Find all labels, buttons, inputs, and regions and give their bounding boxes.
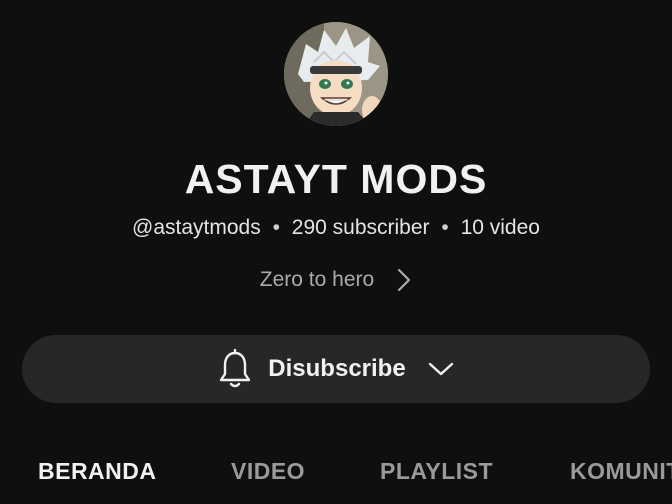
channel-name: ASTAYT MODS [184, 156, 488, 202]
bell-icon [220, 349, 251, 388]
channel-tagline: Zero to hero [259, 268, 375, 291]
chevron-right-icon [398, 268, 411, 292]
tab-home[interactable]: BERANDA [38, 456, 157, 486]
channel-meta: @astaytmods • 290 subscriber • 10 video [0, 214, 672, 242]
subscribed-button-label: Disubscribe [268, 355, 406, 382]
separator-dot: • [441, 216, 449, 239]
tab-playlist[interactable]: PLAYLIST [380, 456, 493, 486]
chevron-down-icon [428, 362, 453, 376]
channel-description-link[interactable]: Zero to hero [0, 266, 672, 294]
channel-avatar[interactable] [284, 22, 388, 126]
video-count: 10 video [460, 216, 540, 239]
tab-video[interactable]: VIDEO [231, 456, 305, 486]
avatar-image [284, 22, 388, 126]
subscriber-count: 290 subscriber [291, 216, 430, 239]
channel-handle: @astaytmods [132, 216, 261, 239]
subscribed-button[interactable]: Disubscribe [22, 335, 650, 403]
separator-dot: • [272, 216, 280, 239]
tab-community[interactable]: KOMUNITAS [570, 456, 672, 486]
channel-tabs: BERANDA VIDEO PLAYLIST KOMUNITAS [0, 446, 672, 498]
